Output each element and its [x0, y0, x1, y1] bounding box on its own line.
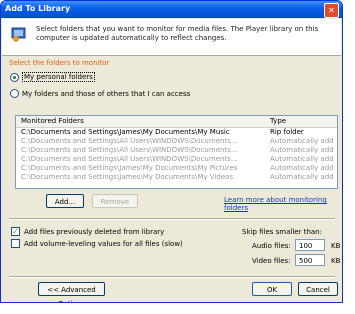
title-bar[interactable]: Add To Library ✕	[1, 1, 342, 18]
monitored-folders-list[interactable]: Monitored Folders Type C:\Documents and …	[15, 115, 338, 189]
folder-type: Rip folder	[270, 128, 304, 136]
folder-row[interactable]: C:\Documents and Settings\James\My Docum…	[16, 128, 337, 137]
dialog-description: Select folders that you want to monitor …	[36, 25, 319, 42]
radio-selected-icon	[10, 72, 19, 82]
folder-path: C:\Documents and Settings\All Users\WIND…	[21, 155, 238, 163]
folder-row[interactable]: C:\Documents and Settings\All Users\WIND…	[16, 137, 337, 146]
folder-path: C:\Documents and Settings\All Users\WIND…	[21, 137, 238, 145]
folder-row[interactable]: C:\Documents and Settings\All Users\WIND…	[16, 146, 337, 155]
folder-row[interactable]: C:\Documents and Settings\James\My Docum…	[16, 164, 337, 173]
folder-path: C:\Documents and Settings\James\My Docum…	[21, 164, 238, 172]
learn-more-link[interactable]: Learn more about monitoring folders	[224, 196, 342, 212]
radio-all-folders[interactable]: My folders and those of others that I ca…	[10, 89, 190, 98]
folder-type: Automatically added	[270, 173, 334, 181]
radio-personal-folders[interactable]: My personal folders	[10, 72, 95, 82]
radio-unselected-icon	[10, 89, 19, 98]
window-title: Add To Library	[5, 4, 71, 13]
checkbox-unchecked-icon	[11, 239, 20, 248]
section-title: Select the folders to monitor	[9, 59, 110, 67]
add-button[interactable]: Add...	[46, 194, 84, 208]
folder-row[interactable]: C:\Documents and Settings\James\My Docum…	[16, 173, 337, 182]
advanced-options-button[interactable]: << Advanced Options	[38, 282, 105, 302]
cancel-button[interactable]: Cancel	[298, 282, 338, 296]
checkbox-volume-label: Add volume-leveling values for all files…	[24, 239, 183, 248]
dialog-header: Select folders that you want to monitor …	[2, 19, 341, 56]
folder-type: Automatically added	[270, 146, 334, 154]
radio-personal-label: My personal folders	[22, 72, 95, 82]
remove-button[interactable]: Remove	[92, 194, 138, 208]
audio-unit: KB	[331, 242, 341, 250]
folder-type: Automatically added	[270, 155, 334, 163]
column-monitored-folders[interactable]: Monitored Folders	[21, 117, 84, 125]
radio-all-label: My folders and those of others that I ca…	[22, 89, 191, 98]
skip-files-title: Skip files smaller than:	[242, 228, 322, 236]
list-header: Monitored Folders Type	[16, 116, 337, 128]
folder-type: Automatically added	[270, 164, 334, 172]
checkbox-checked-icon: ✓	[11, 227, 20, 236]
audio-files-label: Audio files:	[252, 242, 291, 250]
folder-type: Automatically added	[270, 137, 334, 145]
video-unit: KB	[331, 257, 341, 265]
audio-size-input[interactable]: 100	[295, 239, 325, 251]
checkbox-add-deleted-label: Add files previously deleted from librar…	[24, 227, 165, 236]
divider	[9, 276, 335, 278]
folder-path: C:\Documents and Settings\James\My Docum…	[21, 128, 230, 136]
folder-row[interactable]: C:\Documents and Settings\All Users\WIND…	[16, 155, 337, 164]
ok-button[interactable]: OK	[252, 282, 292, 296]
library-monitor-icon	[11, 27, 26, 42]
folder-path: C:\Documents and Settings\James\My Docum…	[21, 173, 234, 181]
close-button[interactable]: ✕	[324, 3, 339, 18]
divider	[9, 218, 335, 220]
folder-path: C:\Documents and Settings\All Users\WIND…	[21, 146, 238, 154]
column-type[interactable]: Type	[270, 117, 286, 125]
checkbox-volume-leveling[interactable]: Add volume-leveling values for all files…	[11, 239, 183, 248]
video-size-input[interactable]: 500	[295, 254, 325, 266]
video-files-label: Video files:	[252, 257, 291, 265]
add-to-library-dialog: Add To Library ✕ Select folders that you…	[0, 0, 343, 303]
checkbox-add-deleted[interactable]: ✓ Add files previously deleted from libr…	[11, 227, 164, 236]
